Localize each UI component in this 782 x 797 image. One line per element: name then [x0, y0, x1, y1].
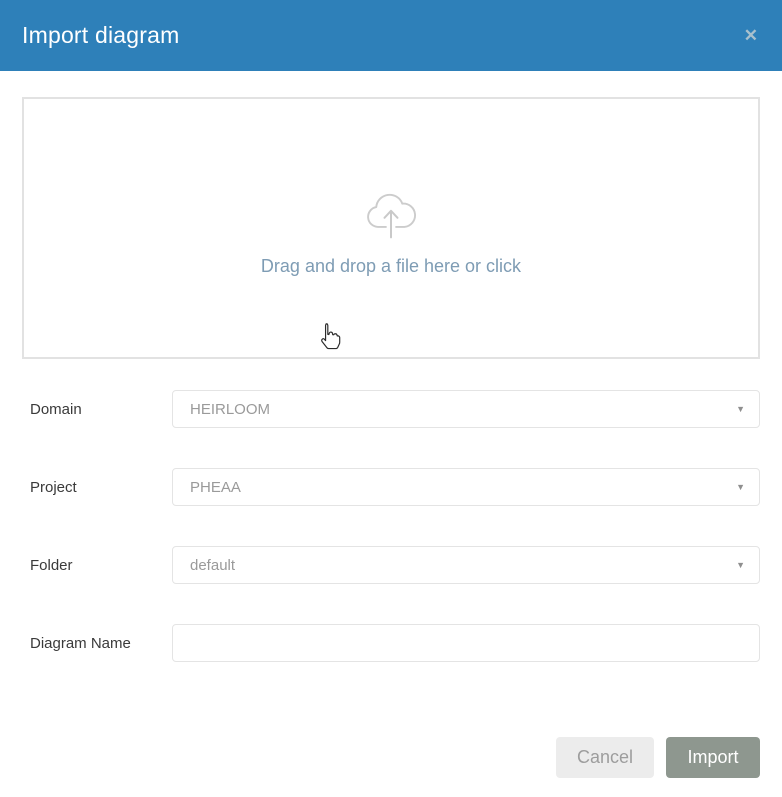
import-button[interactable]: Import: [666, 737, 760, 778]
form-row-domain: Domain HEIRLOOM ▼: [22, 390, 760, 428]
diagram-name-input[interactable]: [172, 624, 760, 662]
project-select[interactable]: PHEAA ▼: [172, 468, 760, 506]
chevron-down-icon: ▼: [736, 561, 745, 570]
chevron-down-icon: ▼: [736, 483, 745, 492]
folder-label: Folder: [22, 557, 172, 574]
cancel-button[interactable]: Cancel: [556, 737, 654, 778]
folder-select[interactable]: default ▼: [172, 546, 760, 584]
form-row-diagram-name: Diagram Name: [22, 624, 760, 662]
chevron-down-icon: ▼: [736, 405, 745, 414]
diagram-name-label: Diagram Name: [22, 635, 172, 652]
file-dropzone[interactable]: Drag and drop a file here or click: [22, 97, 760, 359]
project-select-value: PHEAA: [190, 479, 736, 496]
domain-label: Domain: [22, 401, 172, 418]
form-row-folder: Folder default ▼: [22, 546, 760, 584]
modal-footer: Cancel Import: [22, 737, 760, 797]
cloud-upload-icon: [358, 180, 424, 246]
modal-header: Import diagram ✕: [0, 0, 782, 71]
folder-select-value: default: [190, 557, 736, 574]
domain-select-value: HEIRLOOM: [190, 401, 736, 418]
dropzone-label: Drag and drop a file here or click: [261, 256, 521, 277]
close-icon[interactable]: ✕: [740, 23, 762, 48]
import-diagram-modal: Import diagram ✕ Drag and drop a file he…: [0, 0, 782, 797]
project-label: Project: [22, 479, 172, 496]
form-row-project: Project PHEAA ▼: [22, 468, 760, 506]
domain-select[interactable]: HEIRLOOM ▼: [172, 390, 760, 428]
modal-body: Drag and drop a file here or click Domai…: [0, 71, 782, 797]
modal-title: Import diagram: [22, 22, 740, 49]
